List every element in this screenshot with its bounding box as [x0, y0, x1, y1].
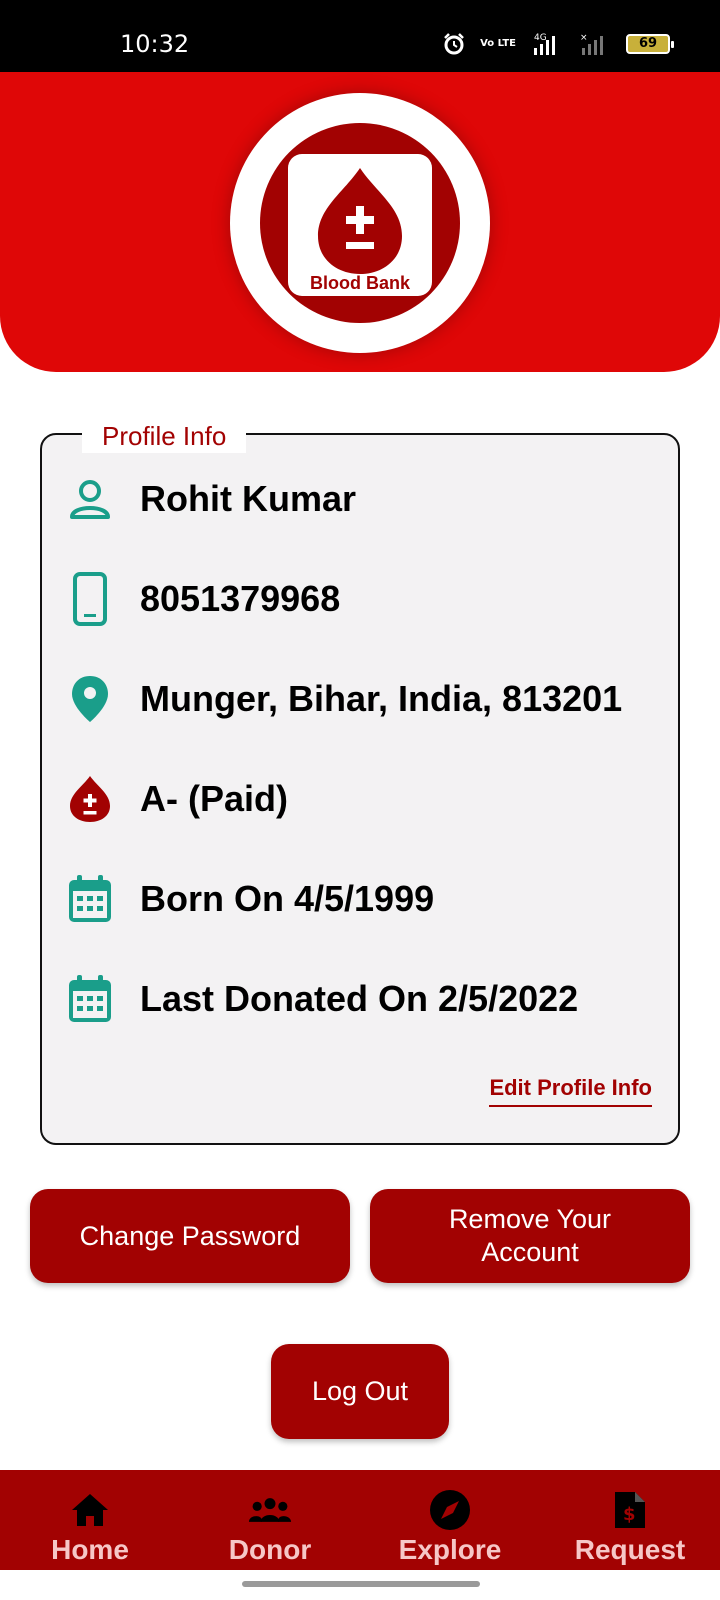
compass-icon	[428, 1490, 472, 1530]
profile-name-row: Rohit Kumar	[64, 469, 356, 529]
profile-info-legend: Profile Info	[82, 419, 247, 453]
person-icon	[64, 471, 116, 527]
profile-blood-group-row: A- (Paid)	[64, 769, 288, 829]
logout-button[interactable]: Log Out	[271, 1344, 449, 1439]
profile-last-donated: Last Donated On 2/5/2022	[140, 978, 579, 1019]
status-time: 10:32	[120, 30, 190, 58]
calendar-icon	[64, 971, 116, 1027]
remove-account-button[interactable]: Remove Your Account	[370, 1189, 690, 1283]
profile-info-card: Profile Info Rohit Kumar 8051379968 Mung…	[40, 419, 680, 1145]
profile-location: Munger, Bihar, India, 813201	[140, 678, 623, 719]
alarm-icon	[444, 33, 464, 55]
logo-card: Blood Bank	[288, 154, 432, 296]
volte-indicator: Vo LTE	[480, 38, 516, 49]
signal-icon-sim2: ×	[580, 33, 603, 55]
nav-label-donor: Donor	[228, 1534, 312, 1565]
signal-4g-label: 4G	[534, 33, 547, 43]
profile-name: Rohit Kumar	[140, 478, 356, 519]
gesture-bar[interactable]	[242, 1581, 480, 1587]
status-icons: Vo LTE 4G × 69	[442, 32, 674, 56]
profile-location-row: Munger, Bihar, India, 813201	[64, 669, 622, 729]
app-logo: Blood Bank	[230, 93, 490, 353]
nav-label-request: Request	[574, 1534, 686, 1565]
nav-item-donor[interactable]: Donor	[180, 1470, 360, 1570]
home-icon	[68, 1490, 112, 1530]
profile-blood-group: A- (Paid)	[140, 778, 288, 819]
blood-drop-plus-minus-icon	[318, 168, 402, 274]
profile-last-donated-row: Last Donated On 2/5/2022	[64, 969, 578, 1029]
nav-label-explore: Explore	[398, 1534, 502, 1565]
nav-item-request[interactable]: $ Request	[540, 1470, 720, 1570]
location-pin-icon	[64, 671, 116, 727]
phone-icon	[64, 571, 116, 627]
profile-phone-row: 8051379968	[64, 569, 340, 629]
bottom-nav: Home Donor Explore $ Request	[0, 1470, 720, 1570]
profile-birthdate: Born On 4/5/1999	[140, 878, 435, 919]
profile-phone: 8051379968	[140, 578, 341, 619]
calendar-icon	[64, 871, 116, 927]
document-dollar-icon: $	[608, 1490, 652, 1530]
logo-circle: Blood Bank	[260, 123, 460, 323]
change-password-button[interactable]: Change Password	[30, 1189, 350, 1283]
status-bar: 10:32 Vo LTE 4G × 69	[0, 0, 720, 72]
group-icon	[248, 1490, 292, 1530]
svg-text:×: ×	[580, 33, 588, 43]
nav-label-home: Home	[51, 1534, 129, 1565]
svg-text:$: $	[623, 1504, 636, 1525]
profile-birthdate-row: Born On 4/5/1999	[64, 869, 434, 929]
edit-profile-info-link[interactable]: Edit Profile Info	[489, 1075, 652, 1107]
signal-icon: 4G	[534, 33, 555, 55]
blood-drop-icon	[64, 771, 116, 827]
battery-icon: 69	[626, 34, 674, 54]
logo-text: Blood Bank	[309, 273, 410, 293]
nav-item-home[interactable]: Home	[0, 1470, 180, 1570]
nav-item-explore[interactable]: Explore	[360, 1470, 540, 1570]
